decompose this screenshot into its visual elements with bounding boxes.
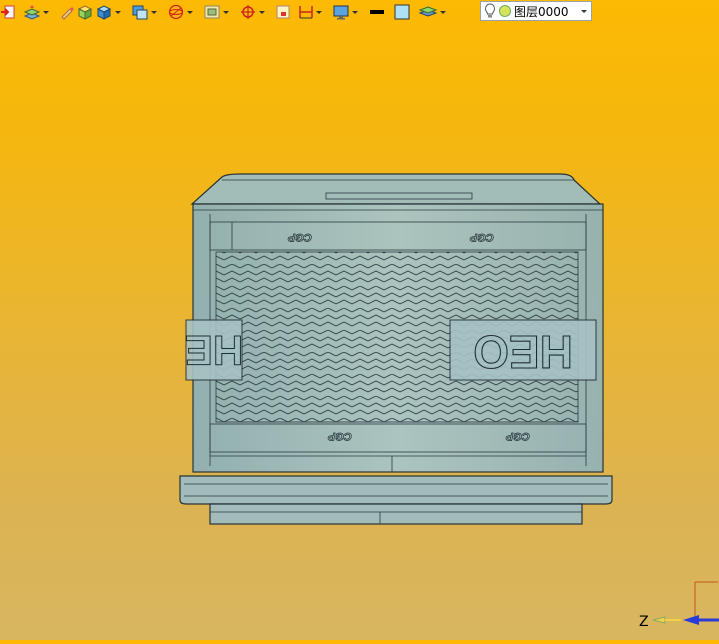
layer-name: 图层0000 [514,4,569,19]
3d-viewport[interactable]: CGP CGP CGP CGP HE HEO Z [0,24,719,640]
emboss-top-1: CGP [287,231,312,243]
chevron-down-icon[interactable] [577,2,591,20]
snap-target-icon [241,5,255,19]
box-shaded-icon [77,5,93,20]
view-cube-button[interactable] [131,1,160,23]
z-axis-arrow-icon [652,616,666,624]
chevron-down-icon [352,10,358,14]
chevron-down-icon [187,10,193,14]
chevron-down-icon [43,10,49,14]
base-ring [209,503,583,525]
bottom-flange [179,475,613,505]
monitor-button[interactable] [332,1,361,23]
model-canvas[interactable]: CGP CGP CGP CGP HE HEO [0,24,719,640]
chevron-down-icon [259,10,265,14]
layer-select[interactable]: 图层0000 [480,1,592,21]
sphere-wireframe-button[interactable] [167,1,196,23]
pencil-button[interactable] [59,1,75,23]
display-mode-icon [204,5,220,19]
box-shaded-button[interactable] [76,1,94,23]
chevron-down-icon [316,10,322,14]
filter-cap-model[interactable]: CGP CGP CGP CGP HE HEO [179,173,613,525]
emboss-bottom-1: CGP [327,430,352,442]
box-blue-button[interactable] [95,1,124,23]
layer-stack-icon [418,6,438,17]
box-blue-icon [96,5,112,20]
view-cube-icon [132,5,148,20]
import-icon [1,5,15,19]
import-button[interactable] [0,1,16,23]
lid-top [190,173,602,205]
snap-target-button[interactable] [239,1,268,23]
layer-tools-icon [23,5,41,20]
emboss-bottom-2: CGP [505,430,530,442]
line-color-button[interactable] [368,1,386,23]
x-axis-arrow-icon [683,615,699,625]
dimension-icon [299,6,313,19]
emboss-top-2: CGP [469,231,494,243]
line-color-icon [370,10,384,14]
chevron-down-icon [223,10,229,14]
sphere-wireframe-icon [168,4,184,20]
monitor-icon [333,5,349,20]
emboss-side-right: HEO [473,326,573,378]
chevron-down-icon [151,10,157,14]
chevron-down-icon [115,10,121,14]
axis-z-label: Z [639,614,649,630]
display-mode-button[interactable] [203,1,232,23]
dimension-button[interactable] [298,1,325,23]
fill-color-button[interactable] [393,1,411,23]
chevron-down-icon [440,10,446,14]
square-select-button[interactable] [275,1,291,23]
square-select-icon [276,5,290,19]
fill-color-icon [394,4,410,20]
layer-stack-button[interactable] [418,1,449,23]
emboss-side-left: HE [185,327,243,374]
lightbulb-icon[interactable] [484,3,496,19]
layer-status-icon[interactable] [498,4,512,18]
layer-tools-button[interactable] [23,1,52,23]
pencil-icon [61,7,74,20]
axis-triad: Z [629,580,719,640]
